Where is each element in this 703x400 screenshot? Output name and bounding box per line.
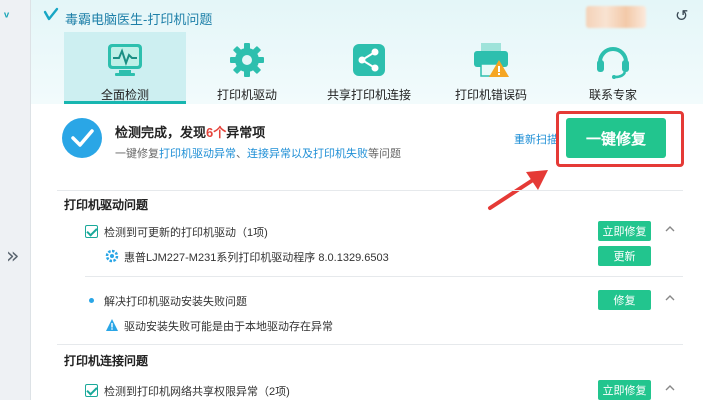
section-title-driver: 打印机驱动问题 [64,198,149,212]
app-logo-icon: ᵛ [4,8,10,24]
tab-label: 全面检测 [100,88,149,102]
back-icon[interactable]: ↺ [675,6,688,26]
duba-logo-icon [43,7,59,21]
window-title: 毒霸电脑医生-打印机问题 [65,12,213,27]
tab-label: 打印机错误码 [454,88,527,102]
rescan-link[interactable]: 重新扫描 [514,131,558,147]
summary-title-suffix: 异常项 [226,125,266,140]
divider [57,190,683,191]
monitor-pulse-icon [108,44,142,76]
tab-label: 共享打印机连接 [326,88,411,102]
gear-icon [230,43,264,77]
tab-contact-expert[interactable]: 联系专家 [552,32,674,104]
issue-sub-row: 惠普LJM227-M231系列打印机驱动程序 8.0.1329.6503 更新 [31,246,703,270]
tab-label: 打印机驱动 [216,88,277,102]
summary-sub-separator: 、 [236,148,247,160]
driver-gear-icon [105,249,119,263]
divider [85,276,683,277]
summary-title-prefix: 检测完成，发现 [115,125,207,140]
issue-row: 检测到可更新的打印机驱动（1项) 立即修复 [31,221,703,245]
repair-button[interactable]: 修复 [598,290,651,310]
issue-checkbox[interactable] [85,384,98,397]
divider [57,344,683,345]
scan-summary: 检测完成，发现6个异常项 一键修复打印机驱动异常、连接异常以及打印机失败等问题 … [31,104,703,186]
issue-row: 解决打印机驱动安装失败问题 修复 [31,290,703,314]
printer-warning-icon [474,43,509,77]
chevron-up-icon[interactable] [663,291,677,305]
chevron-up-icon[interactable] [663,222,677,236]
tab-label: 联系专家 [588,88,637,102]
background-window-strip: ᵛ » [0,0,31,400]
user-avatar[interactable] [586,6,646,28]
issue-text: 解决打印机驱动安装失败问题 [104,296,247,308]
bullet-icon [89,298,94,303]
warning-icon [106,319,118,331]
issue-count: 6个 [206,125,227,140]
fix-now-button[interactable]: 立即修复 [598,221,651,241]
issue-checkbox[interactable] [85,225,98,238]
tab-shared-printer[interactable]: 共享打印机连接 [308,32,430,104]
tab-bar: 全面检测 打印机驱动 共享打印机连接 打印机错误码 联系专家 [31,32,703,104]
driver-issue-link[interactable]: 打印机驱动异常 [159,148,236,160]
header: 毒霸电脑医生-打印机问题 ↺ 全面检测 打印机驱动 共享打印机连接 打印机错误码… [31,0,703,104]
share-icon [353,44,385,76]
issue-row: 检测到打印机网络共享权限异常（2项) 立即修复 [31,380,703,400]
summary-title: 检测完成，发现6个异常项 [115,122,265,141]
fix-all-button[interactable]: 一键修复 [566,118,666,158]
summary-subtitle: 一键修复打印机驱动异常、连接异常以及打印机失败等问题 [115,145,401,161]
fix-now-button[interactable]: 立即修复 [598,380,651,400]
issue-description: 驱动安装失败可能是由于本地驱动存在异常 [124,321,333,333]
update-button[interactable]: 更新 [598,246,651,266]
connection-issue-link[interactable]: 连接异常以及打印机失败 [247,148,368,160]
issue-text: 检测到打印机网络共享权限异常（2项) [104,386,290,398]
headset-icon [597,47,629,79]
summary-sub-suffix: 等问题 [368,148,401,160]
tab-full-scan[interactable]: 全面检测 [64,32,186,104]
expand-panel-icon[interactable]: » [6,244,19,269]
chevron-up-icon[interactable] [663,381,677,395]
tab-printer-error-code[interactable]: 打印机错误码 [430,32,552,104]
title-bar: 毒霸电脑医生-打印机问题 ↺ [31,0,703,32]
scan-complete-icon [62,118,102,158]
driver-name: 惠普LJM227-M231系列打印机驱动程序 8.0.1329.6503 [124,252,389,264]
issue-sub-row: 驱动安装失败可能是由于本地驱动存在异常 [31,315,703,339]
app-window: 毒霸电脑医生-打印机问题 ↺ 全面检测 打印机驱动 共享打印机连接 打印机错误码… [31,0,703,400]
issue-text: 检测到可更新的打印机驱动（1项) [104,227,268,239]
tab-printer-driver[interactable]: 打印机驱动 [186,32,308,104]
summary-sub-prefix: 一键修复 [115,148,159,160]
section-title-connection: 打印机连接问题 [64,354,149,368]
